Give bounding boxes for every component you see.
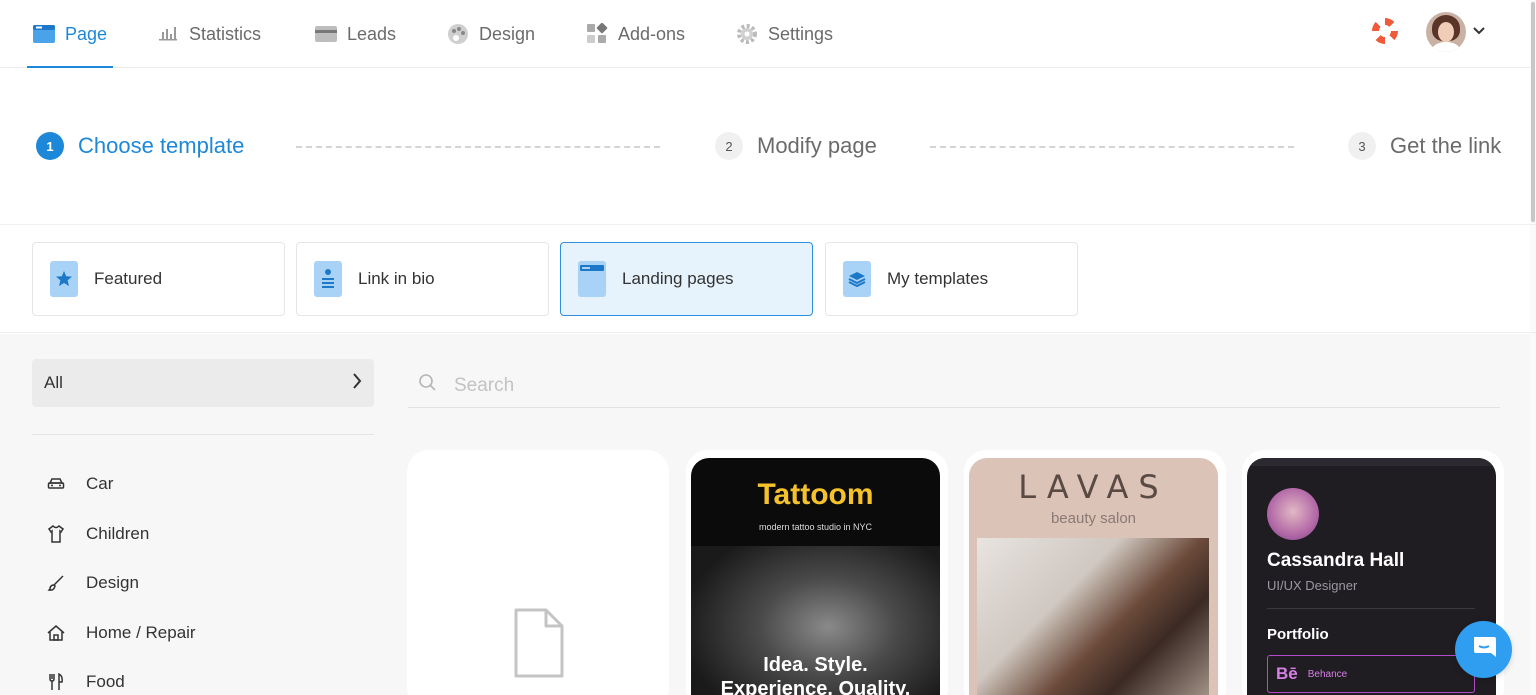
brush-icon xyxy=(46,573,66,593)
category-featured[interactable]: Featured xyxy=(32,242,285,316)
star-doc-icon xyxy=(50,261,78,297)
behance-link: Bē Behance xyxy=(1267,655,1475,693)
nav-tab-statistics[interactable]: Statistics xyxy=(157,0,261,68)
gear-icon xyxy=(736,23,758,45)
step-label: Choose template xyxy=(78,133,245,158)
template-card-blank[interactable] xyxy=(407,450,669,695)
link-label: Behance xyxy=(1307,668,1348,680)
nav-tab-label: Add-ons xyxy=(618,23,686,44)
user-avatar[interactable] xyxy=(1426,12,1466,52)
filter-item-label: Food xyxy=(86,672,125,691)
filter-item-label: Home / Repair xyxy=(86,623,196,642)
section-title: Portfolio xyxy=(1267,626,1329,643)
list-doc-icon xyxy=(314,261,342,297)
category-link-in-bio[interactable]: Link in bio xyxy=(296,242,549,316)
page-icon xyxy=(33,23,55,45)
top-navigation: Page Statistics Leads Design Add-ons Set… xyxy=(0,0,1536,68)
home-icon xyxy=(46,623,66,643)
nav-tab-label: Leads xyxy=(347,23,397,44)
card-icon xyxy=(315,23,337,45)
profile-role: UI/UX Designer xyxy=(1267,578,1358,593)
template-preview: LAVAS beauty salon xyxy=(969,458,1218,695)
window-doc-icon xyxy=(578,261,606,297)
category-label: Landing pages xyxy=(622,269,734,288)
profile-name: Cassandra Hall xyxy=(1267,550,1405,571)
template-tagline: Experience. Quality. xyxy=(720,678,911,695)
category-landing-pages[interactable]: Landing pages xyxy=(560,242,813,316)
divider xyxy=(32,434,374,435)
progress-steps: 1 Choose template 2 Modify page 3 Get th… xyxy=(0,69,1536,225)
chevron-down-icon[interactable] xyxy=(1472,24,1486,38)
filter-item-label: Design xyxy=(86,573,139,592)
category-label: Featured xyxy=(94,269,163,288)
step-divider xyxy=(930,146,1294,148)
category-my-templates[interactable]: My templates xyxy=(825,242,1078,316)
filter-item-food[interactable]: Food xyxy=(46,672,125,692)
nav-tab-label: Design xyxy=(479,23,536,44)
bar-chart-icon xyxy=(157,23,179,45)
filter-item-label: Children xyxy=(86,524,150,543)
step-number: 2 xyxy=(715,132,743,160)
blank-document-icon xyxy=(512,608,564,683)
chat-support-button[interactable] xyxy=(1455,621,1512,678)
nav-tab-settings[interactable]: Settings xyxy=(736,0,833,68)
filter-item-car[interactable]: Car xyxy=(46,474,113,494)
divider xyxy=(1267,608,1475,609)
filter-item-design[interactable]: Design xyxy=(46,573,139,593)
filter-item-children[interactable]: Children xyxy=(46,524,149,544)
nav-tab-label: Settings xyxy=(768,23,834,44)
step-label: Get the link xyxy=(1390,133,1502,158)
palette-icon xyxy=(447,23,469,45)
nav-tab-label: Statistics xyxy=(189,23,262,44)
nav-tab-page[interactable]: Page xyxy=(26,0,114,68)
template-card-tattoom[interactable]: Tattoom modern tattoo studio in NYC Idea… xyxy=(686,450,948,695)
filter-item-home-repair[interactable]: Home / Repair xyxy=(46,623,196,643)
category-label: My templates xyxy=(887,269,989,288)
search-icon xyxy=(418,373,438,398)
step-get-link[interactable]: 3 Get the link xyxy=(1348,132,1501,160)
car-icon xyxy=(46,474,66,494)
profile-avatar xyxy=(1267,488,1319,540)
nav-tab-leads[interactable]: Leads xyxy=(315,0,396,68)
category-label: Link in bio xyxy=(358,269,435,288)
widgets-icon xyxy=(586,23,608,45)
chat-icon xyxy=(1470,633,1498,666)
step-modify-page[interactable]: 2 Modify page xyxy=(715,132,877,160)
step-divider xyxy=(296,146,660,148)
template-subtitle: modern tattoo studio in NYC xyxy=(758,522,873,532)
template-title: Tattoom xyxy=(757,478,874,511)
shirt-icon xyxy=(46,524,66,544)
help-lifebuoy-icon[interactable] xyxy=(1372,18,1398,44)
template-browser: All Car Children Design Home / Repair Fo… xyxy=(0,334,1530,695)
step-number: 1 xyxy=(36,132,64,160)
chevron-right-icon xyxy=(352,372,362,394)
behance-icon: Bē xyxy=(1276,664,1298,683)
step-choose-template[interactable]: 1 Choose template xyxy=(36,132,244,160)
template-title: LAVAS xyxy=(1018,468,1169,506)
nav-tab-label: Page xyxy=(65,23,108,44)
template-categories: Featured Link in bio Landing pages My te… xyxy=(0,226,1536,333)
search-bar xyxy=(408,364,1500,408)
nav-tab-design[interactable]: Design xyxy=(447,0,535,68)
layers-doc-icon xyxy=(843,261,871,297)
filter-select-all[interactable]: All xyxy=(32,359,374,407)
template-preview: Tattoom modern tattoo studio in NYC Idea… xyxy=(691,458,940,695)
template-subtitle: beauty salon xyxy=(1050,510,1137,527)
cutlery-icon xyxy=(46,672,66,692)
step-number: 3 xyxy=(1348,132,1376,160)
filter-selected-label: All xyxy=(44,373,63,392)
nav-tab-addons[interactable]: Add-ons xyxy=(586,0,685,68)
filter-item-label: Car xyxy=(86,474,114,493)
search-input[interactable] xyxy=(454,374,1054,397)
step-label: Modify page xyxy=(757,133,877,158)
template-tagline: Idea. Style. xyxy=(763,654,868,676)
template-card-lavas[interactable]: LAVAS beauty salon xyxy=(964,450,1226,695)
salon-photo xyxy=(977,538,1209,695)
